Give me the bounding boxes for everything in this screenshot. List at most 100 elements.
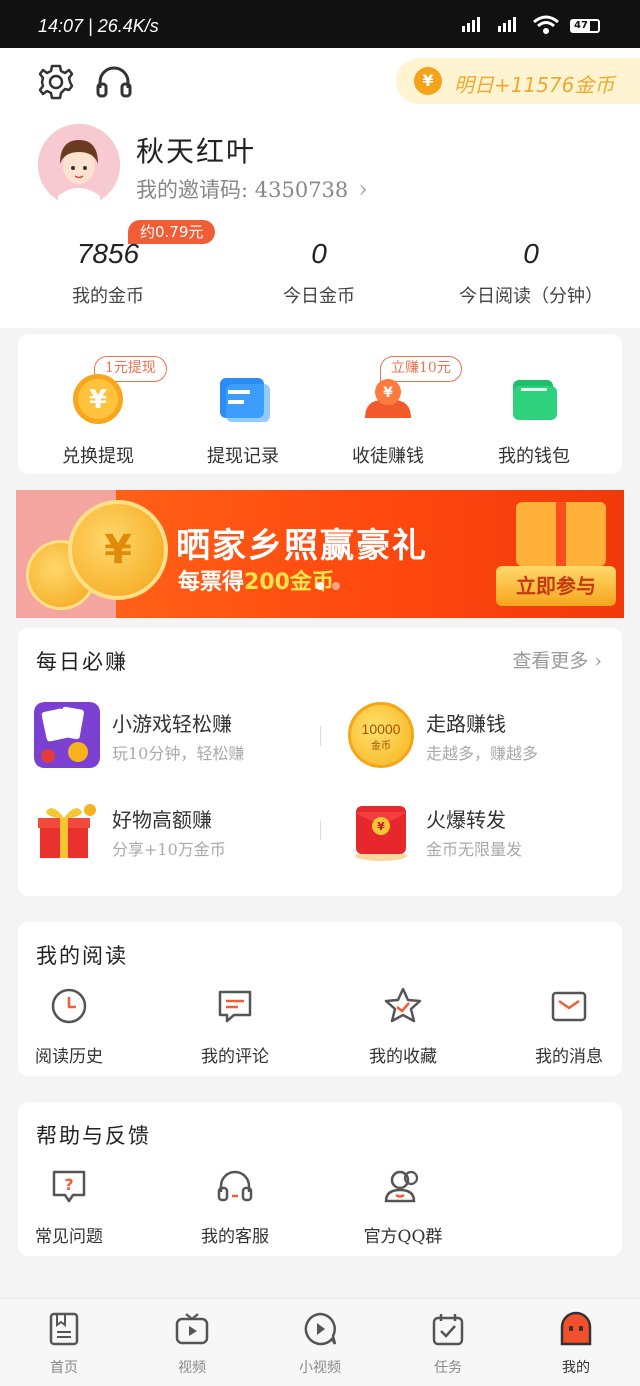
tv-icon: [175, 1313, 209, 1345]
status-time: 14:07 | 26.4K/s: [38, 16, 159, 36]
profile-header: ¥ 明日+11576金币 秋天红叶 我的邀请码: 4350738 › 约0.79…: [0, 48, 640, 328]
task-goods-earn[interactable]: 好物高额赚 分享+10万金币: [34, 798, 304, 868]
task-mini-game[interactable]: 小游戏轻松赚 玩10分钟，轻松赚: [34, 702, 304, 772]
item-label: 常见问题: [35, 1227, 103, 1247]
banner-sub-prefix: 每票得: [178, 570, 245, 595]
svg-text:¥: ¥: [377, 820, 385, 833]
gift-box-icon: [38, 804, 96, 858]
item-label: 我的评论: [201, 1047, 269, 1067]
tomorrow-reward-pill[interactable]: ¥ 明日+11576金币: [396, 58, 640, 104]
item-label: 阅读历史: [35, 1047, 103, 1067]
coin-10000-icon: 10000 金币: [348, 702, 414, 768]
battery-icon: 47: [570, 19, 600, 33]
cards-game-icon: [34, 702, 100, 768]
join-now-button[interactable]: 立即参与: [496, 566, 616, 606]
task-walk-earn[interactable]: 10000 金币 走路赚钱 走越多，赚越多: [348, 702, 618, 772]
task-subtitle: 分享+10万金币: [112, 840, 226, 859]
nav-home[interactable]: 首页: [24, 1311, 104, 1377]
stat-my-coins[interactable]: 7856 我的金币: [60, 238, 156, 308]
svg-text:¥: ¥: [383, 385, 393, 401]
task-hot-share[interactable]: ¥ 火爆转发 金币无限量发: [348, 798, 618, 868]
nav-label: 任务: [434, 1360, 462, 1376]
my-comments[interactable]: 我的评论: [180, 986, 290, 1067]
divider: [320, 726, 321, 746]
nav-short-video[interactable]: 小视频: [280, 1311, 360, 1377]
quick-label: 收徒赚钱: [352, 446, 424, 467]
quick-my-wallet[interactable]: 我的钱包: [474, 372, 594, 468]
stat-label: 我的金币: [72, 286, 144, 307]
book-icon: [49, 1312, 79, 1346]
comment-icon: [218, 990, 252, 1023]
stat-today-coins[interactable]: 0 今日金币: [270, 238, 368, 308]
avatar[interactable]: [38, 124, 120, 206]
daily-earn-card: 每日必赚 查看更多 › 小游戏轻松赚 玩10分钟，轻松赚 10000 金币 走路…: [18, 628, 622, 896]
quick-invite-earn[interactable]: ¥ 收徒赚钱: [328, 372, 448, 468]
quick-exchange-withdraw[interactable]: ¥ 兑换提现: [38, 372, 158, 468]
quick-label: 提现记录: [207, 446, 279, 467]
faq[interactable]: ? 常见问题: [14, 1166, 124, 1247]
nav-mine[interactable]: 我的: [536, 1311, 616, 1377]
task-title: 小游戏轻松赚: [112, 712, 232, 736]
quick-label: 兑换提现: [62, 446, 134, 467]
wallet-icon: [513, 380, 557, 420]
red-envelope-icon: ¥: [355, 806, 407, 861]
see-more-label: 查看更多: [512, 650, 589, 672]
official-qq-group[interactable]: 官方QQ群: [348, 1166, 458, 1247]
profile-ghost-icon: [560, 1311, 592, 1346]
reward-text: 明日+11576金币: [454, 73, 615, 97]
stat-value: 0: [311, 238, 327, 269]
my-messages[interactable]: 我的消息: [514, 986, 624, 1067]
chevron-right-icon: ›: [358, 175, 368, 203]
gear-icon[interactable]: [36, 62, 76, 102]
avatar-image: [38, 124, 120, 206]
wifi-icon: [533, 15, 559, 34]
bottom-nav: 首页 视频 小视频 任务 我的: [0, 1298, 640, 1386]
item-label: 我的客服: [201, 1227, 269, 1247]
task-title: 火爆转发: [426, 808, 506, 832]
see-more-link[interactable]: 查看更多 ›: [512, 646, 602, 673]
calendar-check-icon: [432, 1314, 464, 1346]
item-label: 我的消息: [535, 1047, 603, 1067]
invite-code-row[interactable]: 我的邀请码: 4350738 ›: [136, 174, 368, 204]
play-bubble-icon: [304, 1312, 337, 1346]
nav-label: 视频: [178, 1360, 206, 1376]
nav-tasks[interactable]: 任务: [408, 1311, 488, 1377]
status-bar: 14:07 | 26.4K/s 47: [0, 0, 640, 48]
nav-label: 我的: [562, 1360, 590, 1376]
my-reading-card: 我的阅读 阅读历史 我的评论 我的收藏 我的消息: [18, 922, 622, 1076]
quick-withdraw-records[interactable]: 提现记录: [183, 372, 303, 468]
chevron-right-icon: ›: [594, 650, 602, 672]
signal-icon: [498, 17, 516, 32]
customer-service[interactable]: 我的客服: [180, 1166, 290, 1247]
nav-video[interactable]: 视频: [152, 1311, 232, 1377]
stat-label: 今日金币: [283, 286, 355, 307]
coin-unit: 金币: [371, 741, 391, 752]
signal-icon: [462, 17, 480, 32]
clock-icon: [51, 988, 87, 1024]
section-title: 每日必赚: [36, 650, 128, 674]
nav-label: 首页: [50, 1360, 78, 1376]
banner-title: 晒家乡照赢豪礼: [176, 526, 428, 566]
promo-banner[interactable]: ¥ 晒家乡照赢豪礼 每票得200金币 立即参与: [16, 490, 624, 618]
quick-label: 我的钱包: [498, 446, 570, 467]
svg-text:?: ?: [64, 1175, 73, 1194]
coin-amount: 10000: [361, 721, 401, 737]
stats-row: 约0.79元 7856 我的金币 0 今日金币 0 今日阅读（分钟）: [0, 220, 640, 320]
headset-icon[interactable]: [94, 62, 134, 102]
invite-code: 我的邀请码: 4350738: [136, 178, 349, 202]
group-icon: [384, 1170, 419, 1203]
banner-subtitle: 每票得200金币: [178, 564, 334, 596]
svg-text:¥: ¥: [89, 385, 107, 415]
reading-history[interactable]: 阅读历史: [14, 986, 124, 1067]
task-title: 好物高额赚: [112, 808, 212, 832]
star-icon: [384, 987, 422, 1023]
quick-actions-card: 1元提现 立赚10元 ¥ 兑换提现 提现记录 ¥ 收徒赚钱 我的钱包: [18, 334, 622, 474]
stat-today-reading[interactable]: 0 今日阅读（分钟）: [446, 238, 616, 308]
my-favorites[interactable]: 我的收藏: [348, 986, 458, 1067]
stat-value: 7856: [76, 238, 140, 269]
gift-box-icon: [516, 502, 606, 566]
headset-icon: [217, 1170, 253, 1202]
task-title: 走路赚钱: [426, 712, 506, 736]
carousel-dots: [316, 582, 340, 590]
coin-symbol: ¥: [104, 527, 132, 573]
